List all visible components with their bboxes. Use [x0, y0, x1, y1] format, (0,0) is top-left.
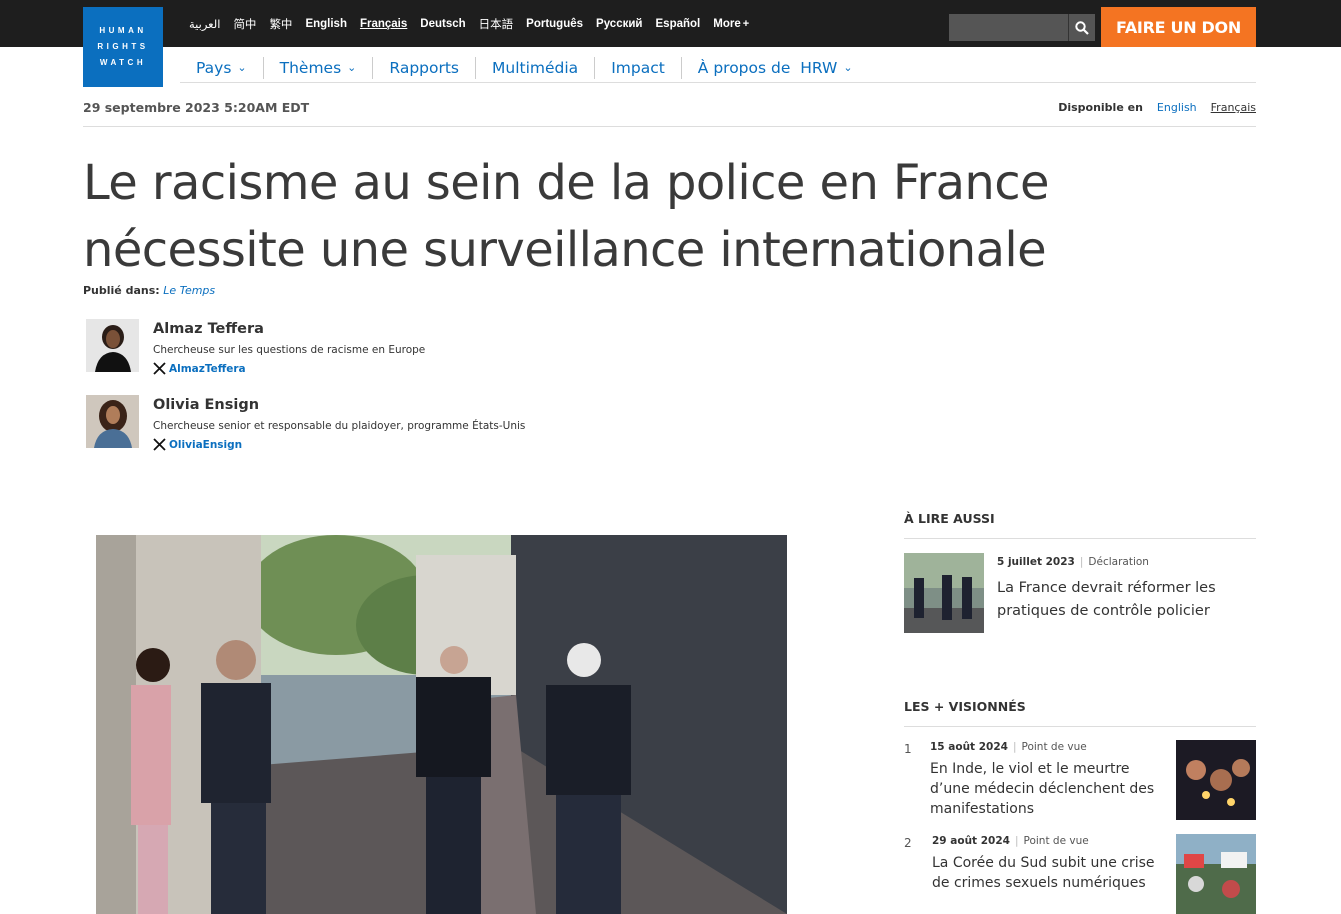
publication-link[interactable]: Le Temps — [163, 284, 215, 297]
plus-icon: + — [742, 17, 750, 30]
nav-label: Pays — [196, 58, 232, 77]
available-lang-french[interactable]: Français — [1211, 101, 1256, 114]
language-switcher: العربية 简中 繁中 English Français Deutsch 日… — [189, 0, 762, 47]
read-also-date: 5 juillet 2023 — [997, 556, 1075, 568]
most-viewed-thumbnail[interactable] — [1176, 740, 1256, 820]
nav-item-multimedia[interactable]: Multimédia — [476, 56, 596, 79]
most-viewed-meta: 29 août 2024 | Point de vue — [932, 835, 1089, 847]
nav-label: Impact — [611, 58, 665, 77]
nav-label: Multimédia — [492, 58, 579, 77]
most-viewed-link[interactable]: En Inde, le viol et le meurtre d’une méd… — [930, 759, 1160, 819]
nav-item-a-propos[interactable]: À propos de HRW ⌄ — [682, 57, 869, 79]
most-viewed-type: Point de vue — [1023, 835, 1089, 847]
donate-button[interactable]: FAIRE UN DON — [1101, 7, 1256, 47]
meta-separator: | — [1014, 835, 1019, 847]
read-also-thumbnail[interactable] — [904, 553, 984, 633]
most-viewed-meta: 15 août 2024 | Point de vue — [930, 741, 1087, 753]
nav-item-pays[interactable]: Pays ⌄ — [180, 56, 264, 79]
read-also-title: À LIRE AUSSI — [904, 511, 1256, 539]
author-name[interactable]: Olivia Ensign — [153, 397, 259, 413]
logo-line-2: RIGHTS — [97, 42, 149, 51]
logo-line-3: WATCH — [99, 58, 147, 67]
chevron-down-icon: ⌄ — [237, 61, 247, 74]
article-date: 29 septembre 2023 5:20AM EDT — [83, 100, 310, 115]
most-viewed-thumbnail[interactable] — [1176, 834, 1256, 914]
author-avatar[interactable] — [86, 319, 139, 372]
twitter-handle: AlmazTeffera — [169, 362, 246, 375]
hrw-logo[interactable]: HUMAN RIGHTS WATCH — [83, 7, 163, 87]
available-languages: Disponible en English Français — [1058, 101, 1256, 114]
lang-english[interactable]: English — [305, 18, 347, 30]
most-viewed-type: Point de vue — [1021, 741, 1087, 753]
lang-arabic[interactable]: العربية — [189, 17, 220, 31]
nav-item-themes[interactable]: Thèmes ⌄ — [264, 56, 374, 79]
main-nav: Pays ⌄ Thèmes ⌄ Rapports Multimédia Impact… — [180, 53, 1256, 83]
article-hero-image — [96, 535, 787, 914]
nav-item-rapports[interactable]: Rapports — [373, 56, 477, 79]
lang-traditional-chinese[interactable]: 繁中 — [269, 16, 292, 32]
nav-label: Rapports — [389, 58, 460, 77]
lang-japanese[interactable]: 日本語 — [479, 16, 514, 32]
author-avatar[interactable] — [86, 395, 139, 448]
date-row: 29 septembre 2023 5:20AM EDT Disponible … — [83, 96, 1256, 127]
rank-number: 2 — [904, 836, 912, 850]
search-icon — [1075, 20, 1089, 35]
read-also-type: Déclaration — [1088, 556, 1149, 568]
available-lang-english[interactable]: English — [1157, 101, 1197, 114]
meta-separator: | — [1079, 556, 1084, 568]
lang-spanish[interactable]: Español — [656, 18, 701, 30]
read-also-meta: 5 juillet 2023 | Déclaration — [997, 556, 1149, 568]
most-viewed-link[interactable]: La Corée du Sud subit une crise de crime… — [932, 853, 1157, 893]
most-viewed-title: LES + VISIONNÉS — [904, 699, 1256, 727]
lang-simplified-chinese[interactable]: 简中 — [233, 16, 256, 32]
author-name[interactable]: Almaz Teffera — [153, 321, 264, 337]
most-viewed-date: 29 août 2024 — [932, 835, 1010, 847]
chevron-down-icon: ⌄ — [843, 61, 853, 74]
more-languages-button[interactable]: More + — [713, 18, 749, 30]
author-twitter-link[interactable]: OliviaEnsign — [153, 438, 242, 451]
search-button[interactable] — [1068, 14, 1095, 41]
logo-line-1: HUMAN — [99, 26, 147, 35]
page-title: Le racisme au sein de la police en Franc… — [83, 155, 1050, 278]
nav-label: Thèmes — [279, 58, 342, 77]
x-logo-icon — [153, 362, 166, 375]
nav-item-impact[interactable]: Impact — [595, 56, 682, 79]
lang-russian[interactable]: Русский — [596, 18, 642, 30]
read-also-link[interactable]: La France devrait réformer les pratiques… — [997, 577, 1227, 623]
meta-separator: | — [1012, 741, 1017, 753]
lang-portuguese[interactable]: Português — [526, 18, 583, 30]
published-label: Publié dans: — [83, 284, 160, 297]
available-label: Disponible en — [1058, 101, 1143, 114]
more-label: More — [713, 17, 741, 30]
search-input[interactable] — [949, 14, 1068, 41]
nav-label: À propos de HRW — [697, 58, 838, 77]
chevron-down-icon: ⌄ — [347, 61, 357, 74]
author-role: Chercheuse sur les questions de racisme … — [153, 344, 426, 356]
author-role: Chercheuse senior et responsable du plai… — [153, 420, 526, 432]
lang-french[interactable]: Français — [360, 18, 407, 30]
most-viewed-date: 15 août 2024 — [930, 741, 1008, 753]
lang-german[interactable]: Deutsch — [420, 18, 465, 30]
published-in: Publié dans: Le Temps — [83, 284, 215, 297]
twitter-handle: OliviaEnsign — [169, 438, 243, 451]
rank-number: 1 — [904, 742, 912, 756]
x-logo-icon — [153, 438, 166, 451]
author-twitter-link[interactable]: AlmazTeffera — [153, 362, 246, 375]
